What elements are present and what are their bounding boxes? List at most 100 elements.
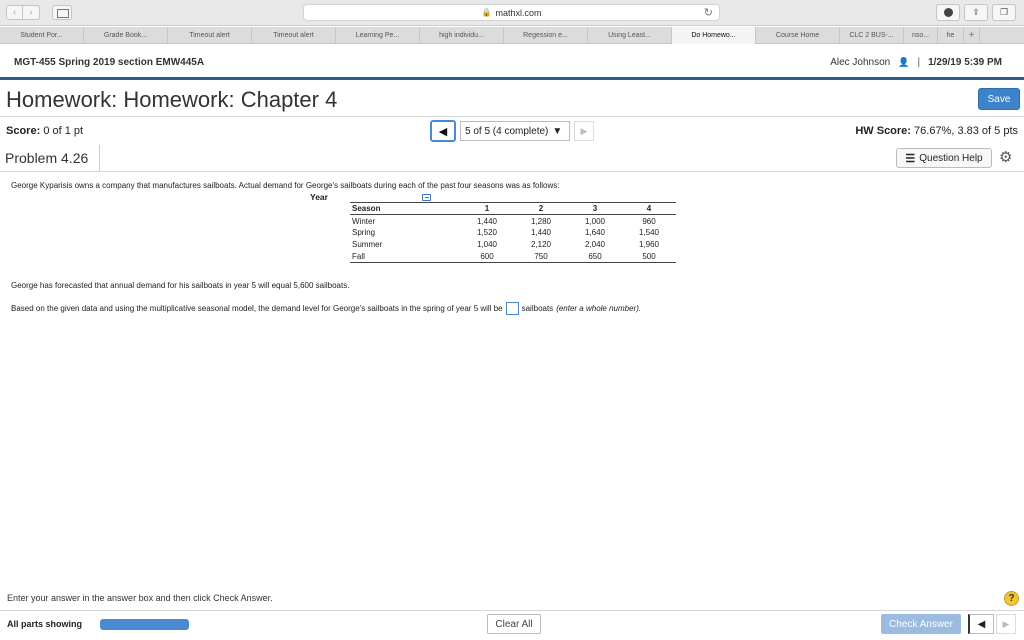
table-cell: 960: [642, 217, 656, 227]
back-button[interactable]: ‹: [6, 5, 23, 20]
table-header-row: Season 1 2 3 4: [350, 202, 676, 215]
forecast-text: George has forecasted that annual demand…: [11, 281, 350, 290]
divider: [0, 116, 1024, 117]
user-icon[interactable]: 👤: [898, 57, 909, 68]
divider: [0, 610, 1024, 611]
reload-icon[interactable]: ↻: [704, 6, 713, 19]
browser-actions: ⇪ ❐: [936, 4, 1016, 21]
arrow-left-icon: ◀: [977, 618, 986, 630]
table-cell: 1,640: [584, 228, 606, 237]
browser-toolbar: ‹ › 🔒 mathxl.com ↻ ⇪ ❐: [0, 0, 1024, 26]
table-row: Spring 1,520 1,440 1,640 1,540: [350, 227, 676, 239]
table-cell: 1,440: [530, 228, 552, 237]
user-name[interactable]: Alec Johnson: [830, 57, 890, 68]
page-title: Homework: Homework: Chapter 4: [6, 87, 338, 112]
check-answer-button[interactable]: Check Answer: [881, 614, 961, 634]
forward-button[interactable]: ›: [23, 5, 40, 20]
answer-input[interactable]: [505, 302, 519, 315]
browser-tab[interactable]: Do Homewo...: [672, 27, 756, 44]
browser-tab[interactable]: Learning Pe...: [336, 27, 420, 44]
demand-table: Season 1 2 3 4 Winter 1,440 1,280 1,000 960 Sprin…: [350, 202, 676, 263]
parts-label: All parts showing: [7, 619, 83, 629]
table-header-cell: 4: [622, 202, 676, 215]
download-icon: [943, 8, 953, 17]
question-help-button[interactable]: ☰ Question Help: [896, 148, 992, 168]
browser-tab[interactable]: CLC 2 BUS-...: [840, 27, 904, 44]
save-button[interactable]: Save: [978, 88, 1020, 110]
previous-question-button[interactable]: ◀: [430, 120, 456, 142]
table-cell: 650: [568, 250, 622, 263]
help-icon[interactable]: ?: [1004, 591, 1019, 606]
arrow-right-icon: ▶: [1002, 618, 1010, 629]
download-data-icon[interactable]: [422, 194, 431, 201]
browser-tab-bar: Student Por... Grade Book... Timeout alert…: [0, 27, 1024, 44]
arrow-right-icon: ▶: [580, 125, 588, 136]
table-cell: 2,120: [530, 240, 552, 249]
hw-score-value: 76.67%, 3.83 of 5 pts: [914, 125, 1018, 137]
tabs-overview-button[interactable]: ❐: [992, 4, 1016, 21]
table-header-cell: 1: [460, 202, 514, 215]
browser-tab[interactable]: nso...: [904, 27, 938, 44]
year-label: Year: [310, 192, 328, 202]
table-body: Winter 1,440 1,280 1,000 960 Spring 1,520 1,440…: [350, 215, 676, 263]
browser-tab[interactable]: Student Por...: [0, 27, 84, 44]
browser-tab[interactable]: Course Home: [756, 27, 840, 44]
next-question-button[interactable]: ▶: [574, 121, 594, 141]
answer-suffix: sailboats: [521, 304, 554, 313]
table-row: Fall 600 750 650 500: [350, 250, 676, 263]
browser-tab[interactable]: Timeout alert: [168, 27, 252, 44]
question-select-value: 5 of 5 (4 complete): [465, 125, 549, 137]
score-label: Score:: [6, 125, 41, 137]
table-cell: 1,540: [638, 228, 660, 237]
question-nav: ◀ 5 of 5 (4 complete) ▼ ▶: [430, 120, 594, 142]
table-cell: 1,040: [476, 240, 498, 249]
table-cell: Spring: [352, 228, 376, 237]
table-header-cell: 2: [514, 202, 568, 215]
course-header: MGT-455 Spring 2019 section EMW445A Alec…: [0, 45, 1024, 80]
progress-fill: [100, 619, 189, 630]
lock-icon: 🔒: [481, 8, 492, 17]
browser-tab[interactable]: Timeout alert: [252, 27, 336, 44]
new-tab-button[interactable]: +: [964, 27, 980, 44]
share-icon: ⇪: [972, 7, 980, 17]
tabs-icon: ❐: [999, 7, 1009, 17]
table-cell: Fall: [350, 250, 460, 263]
table-row: Summer 1,040 2,120 2,040 1,960: [350, 239, 676, 251]
question-intro: George Kyparisis owns a company that man…: [11, 181, 560, 190]
score-value: 0 of 1 pt: [43, 125, 84, 137]
parts-progress-bar: [100, 619, 189, 630]
table-header-cell: 3: [568, 202, 622, 215]
url-text: mathxl.com: [495, 7, 542, 18]
separator: |: [917, 57, 921, 68]
user-info: Alec Johnson 👤 | 1/29/19 5:39 PM: [830, 57, 1002, 68]
question-select[interactable]: 5 of 5 (4 complete) ▼: [460, 121, 570, 141]
browser-tab[interactable]: Grade Book...: [84, 27, 168, 44]
share-button[interactable]: ⇪: [964, 4, 988, 21]
question-help-label: Question Help: [919, 152, 983, 164]
table-cell: 1,960: [638, 240, 660, 249]
sidebar-toggle-icon[interactable]: [52, 5, 72, 20]
table-cell: 2,040: [584, 240, 606, 249]
divider: [0, 171, 1024, 172]
browser-tab[interactable]: he: [938, 27, 964, 44]
gear-icon[interactable]: ⚙: [999, 148, 1012, 166]
answer-line: Based on the given data and using the mu…: [11, 302, 641, 315]
browser-tab[interactable]: Using Least...: [588, 27, 672, 44]
footer-next-button[interactable]: ▶: [996, 614, 1016, 634]
footer-previous-button[interactable]: ◀: [968, 614, 994, 634]
table-cell: 1,280: [530, 217, 552, 227]
address-bar[interactable]: 🔒 mathxl.com ↻: [303, 4, 720, 21]
arrow-left-icon: ◀: [438, 125, 448, 138]
table-cell: 750: [514, 250, 568, 263]
answer-prompt: Based on the given data and using the mu…: [11, 304, 503, 313]
table-cell: 1,440: [476, 217, 498, 227]
downloads-button[interactable]: [936, 4, 960, 21]
browser-tab[interactable]: high individu...: [420, 27, 504, 44]
current-datetime: 1/29/19 5:39 PM: [928, 57, 1002, 68]
browser-tab[interactable]: Regession e...: [504, 27, 588, 44]
table-cell: Winter: [352, 217, 376, 227]
hw-score: HW Score: 76.67%, 3.83 of 5 pts: [855, 125, 1018, 137]
clear-all-button[interactable]: Clear All: [487, 614, 541, 634]
answer-note: (enter a whole number).: [556, 304, 642, 313]
table-cell: 600: [460, 250, 514, 263]
